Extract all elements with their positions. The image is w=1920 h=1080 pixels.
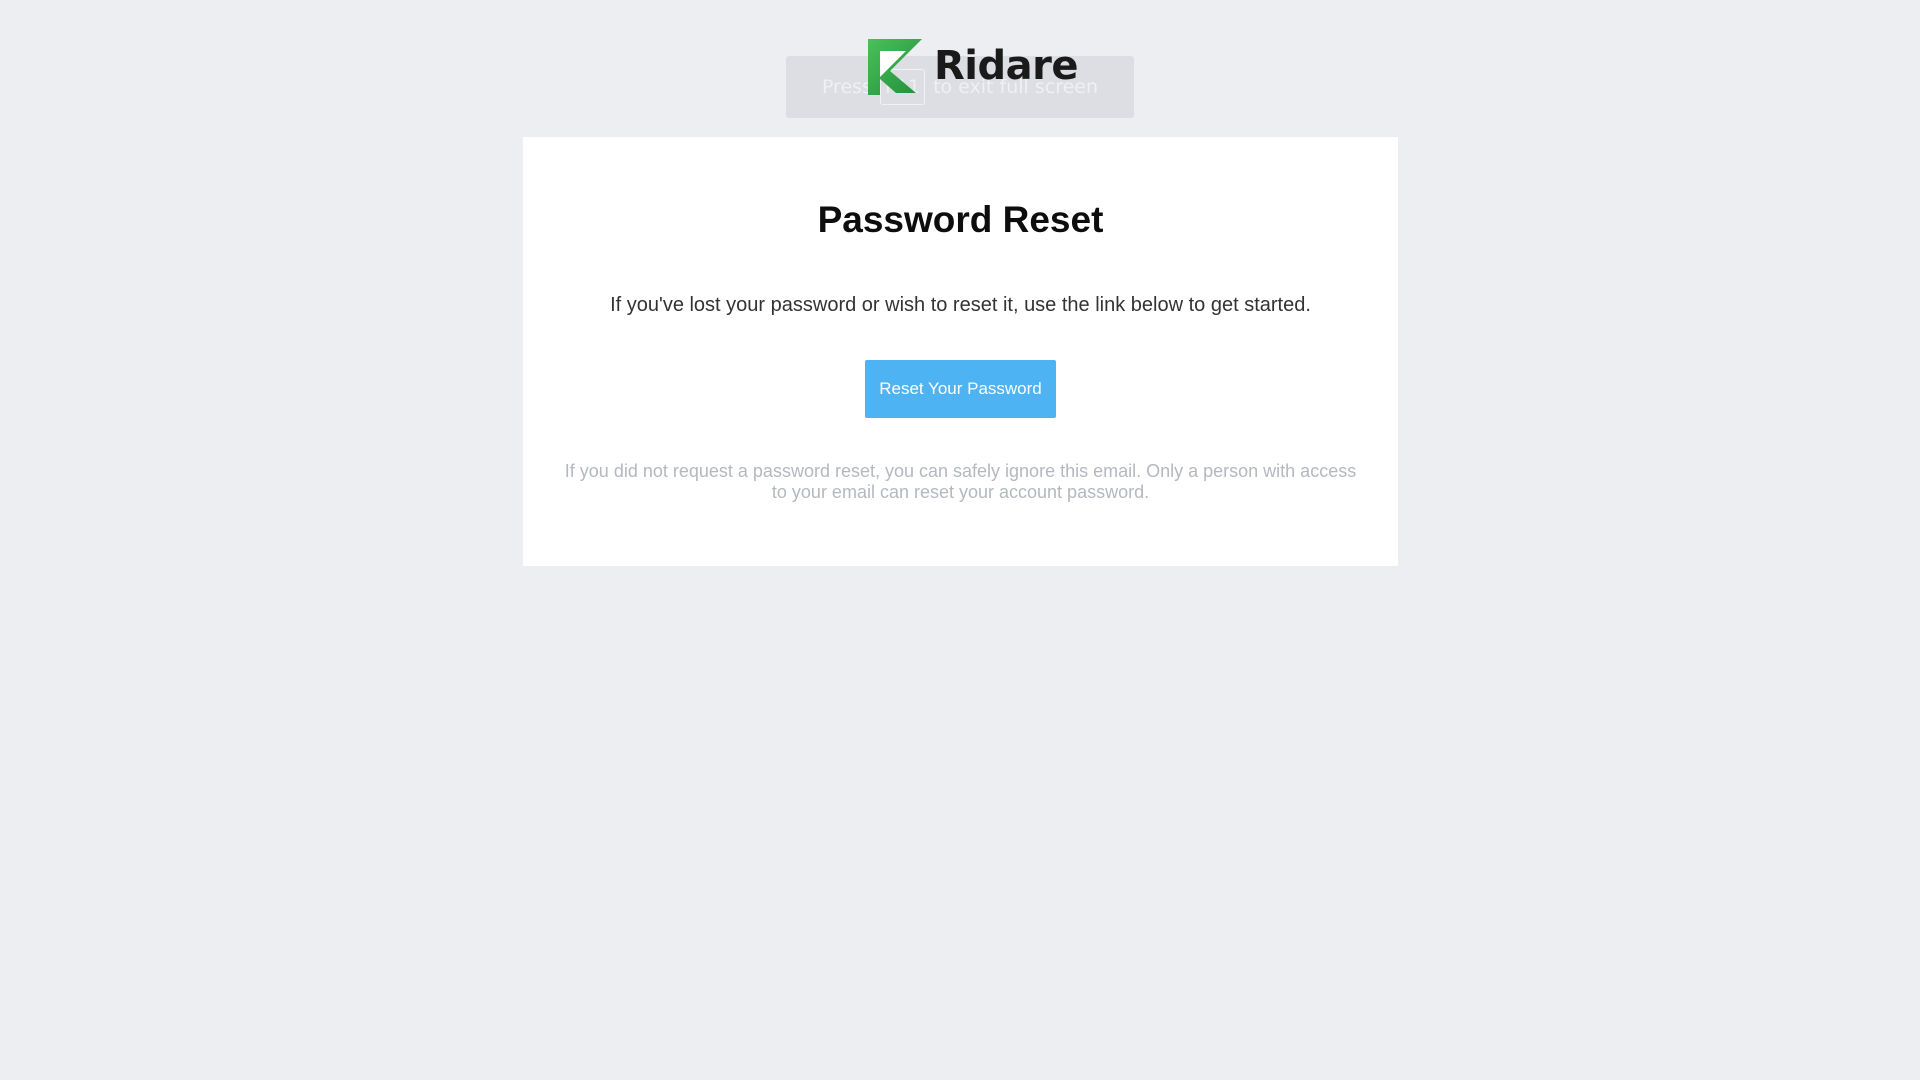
page-title: Password Reset	[817, 199, 1104, 240]
reset-password-button[interactable]: Reset Your Password	[865, 360, 1056, 418]
ignore-notice-text: If you did not request a password reset,…	[564, 461, 1357, 502]
brand-logo: Ridare	[866, 36, 1079, 96]
email-page: Press F11 to exit full screen Ridare Pas…	[0, 0, 1920, 1080]
intro-text: If you've lost your password or wish to …	[610, 294, 1311, 316]
brand-name: Ridare	[934, 43, 1079, 89]
fullscreen-hint-prefix: Press	[821, 76, 872, 98]
password-reset-card: Password Reset If you've lost your passw…	[523, 137, 1398, 566]
ridare-logo-icon	[868, 39, 922, 95]
